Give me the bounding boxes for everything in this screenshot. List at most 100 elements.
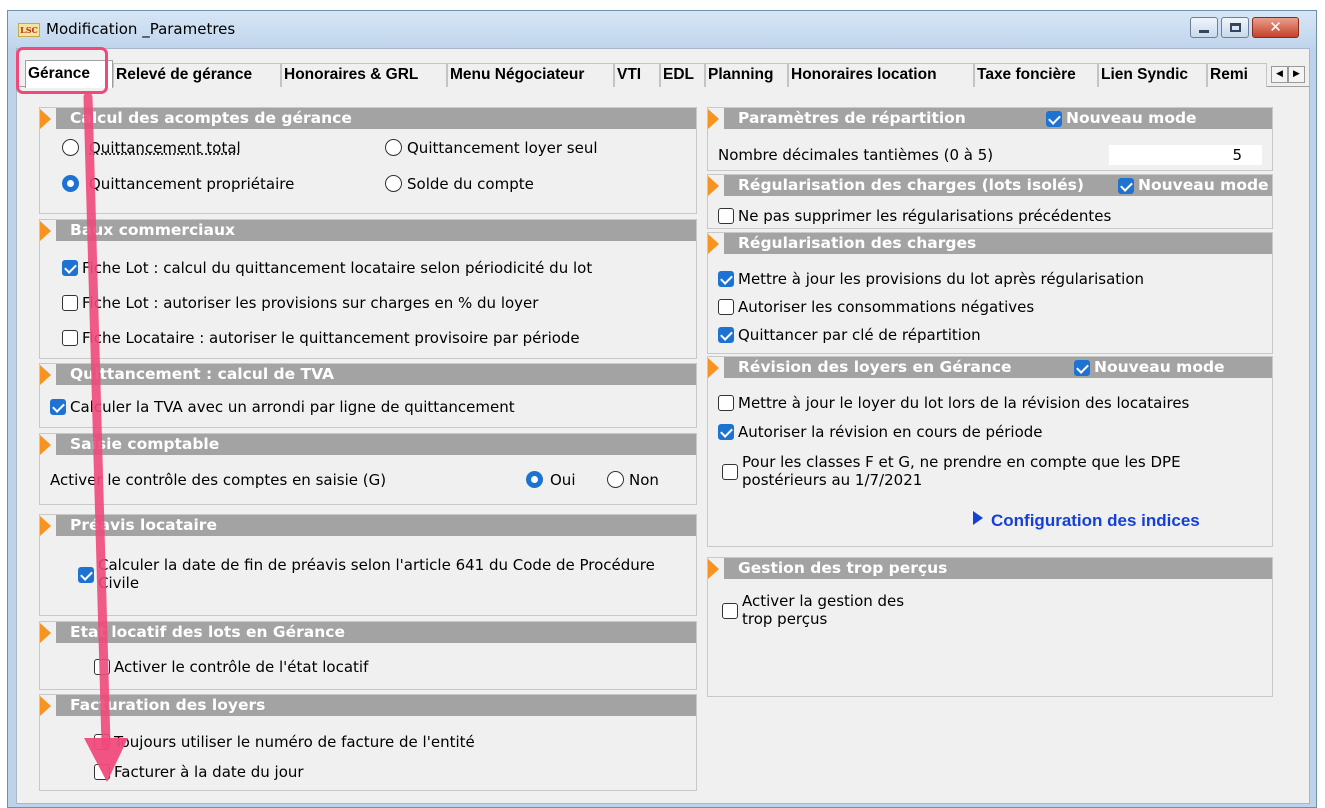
checkbox-ne-pas-supprimer-regul[interactable]: Ne pas supprimer les régularisations pré…: [718, 207, 1111, 225]
panel-title: Etat locatif des lots en Gérance: [70, 623, 345, 641]
panel-title: Préavis locataire: [70, 516, 217, 534]
checkbox-checked[interactable]: [1074, 360, 1090, 376]
checkbox[interactable]: [718, 208, 734, 224]
panel-title: Régularisation des charges: [738, 234, 977, 252]
checkbox[interactable]: [62, 330, 78, 346]
expand-arrow-icon[interactable]: [40, 516, 51, 536]
panel-header: Quittancement : calcul de TVA: [40, 364, 696, 385]
checkbox-checked[interactable]: [1118, 178, 1134, 194]
checkbox-mettre-a-jour-provisions[interactable]: Mettre à jour les provisions du lot aprè…: [718, 270, 1144, 288]
panel-title: Baux commerciaux: [70, 221, 235, 239]
nouveau-mode-toggle[interactable]: Nouveau mode: [1074, 357, 1225, 378]
checkbox-controle-etat-locatif[interactable]: Activer le contrôle de l'état locatif: [94, 658, 368, 676]
tab-menu-negociateur[interactable]: Menu Négociateur: [447, 63, 614, 87]
maximize-button[interactable]: [1221, 17, 1249, 38]
tab-taxe-fonciere[interactable]: Taxe foncière: [974, 63, 1098, 87]
expand-arrow-icon[interactable]: [708, 176, 719, 196]
panel-calcul-acomptes: Calcul des acomptes de gérance Quittance…: [39, 107, 697, 214]
tab-scroll-left-icon[interactable]: ◀: [1271, 66, 1288, 83]
checkbox[interactable]: [94, 764, 110, 780]
app-window: LSC Modification _Parametres ✕ Gérance R…: [7, 10, 1317, 808]
radio-oui[interactable]: Oui: [526, 471, 575, 489]
tab-planning[interactable]: Planning: [705, 63, 788, 87]
checkbox-checked[interactable]: [1046, 111, 1062, 127]
checkbox-numero-facture-entite[interactable]: Toujours utiliser le numéro de facture d…: [94, 733, 475, 751]
checkbox[interactable]: [62, 295, 78, 311]
radio-button[interactable]: [385, 139, 402, 156]
radio-non[interactable]: Non: [607, 471, 659, 489]
panel-header: Etat locatif des lots en Gérance: [40, 622, 696, 643]
annotation-highlight-box: [16, 47, 108, 94]
expand-arrow-icon[interactable]: [40, 435, 51, 455]
checkbox-preavis-checked[interactable]: [78, 567, 94, 583]
decimales-input[interactable]: 5: [1108, 144, 1263, 166]
tab-scroll-right-icon[interactable]: ▶: [1288, 66, 1305, 83]
panel-title: Calcul des acomptes de gérance: [70, 109, 352, 127]
checkbox-quittancer-cle-repartition[interactable]: Quittancer par clé de répartition: [718, 326, 981, 344]
checkbox-mettre-a-jour-loyer[interactable]: Mettre à jour le loyer du lot lors de la…: [718, 394, 1189, 412]
expand-arrow-icon[interactable]: [708, 109, 719, 129]
expand-arrow-icon[interactable]: [40, 365, 51, 385]
tab-remi[interactable]: Remi: [1207, 63, 1267, 87]
minimize-button[interactable]: [1190, 17, 1218, 38]
title-bar[interactable]: LSC Modification _Parametres ✕: [8, 11, 1316, 48]
checkbox-checked[interactable]: [718, 327, 734, 343]
panel-trop-percus: Gestion des trop perçus Activer la gesti…: [707, 557, 1273, 697]
minimize-icon: [1199, 30, 1209, 33]
panel-title: Régularisation des charges (lots isolés): [738, 176, 1084, 194]
checkbox-checked[interactable]: [62, 260, 78, 276]
tab-releve-de-gerance[interactable]: Relevé de gérance: [113, 63, 281, 87]
radio-button-selected[interactable]: [526, 471, 543, 488]
checkbox-fiche-lot-provisions[interactable]: Fiche Lot : autoriser les provisions sur…: [62, 294, 538, 312]
radio-solde-du-compte[interactable]: Solde du compte: [385, 175, 534, 193]
checkbox-checked[interactable]: [718, 271, 734, 287]
trop-percus-label-line1: Activer la gestion des: [742, 592, 905, 610]
maximize-icon: [1230, 23, 1241, 32]
radio-quittancement-total[interactable]: Quittancement total: [62, 139, 241, 157]
play-arrow-icon: [973, 511, 983, 525]
checkbox[interactable]: [94, 659, 110, 675]
checkbox[interactable]: [94, 734, 110, 750]
expand-arrow-icon[interactable]: [708, 234, 719, 254]
radio-button[interactable]: [62, 139, 79, 156]
tab-strip: Gérance Relevé de gérance Honoraires & G…: [17, 60, 1309, 88]
tab-honoraires-grl[interactable]: Honoraires & GRL: [281, 63, 447, 87]
checkbox-tva-arrondi[interactable]: Calculer la TVA avec un arrondi par lign…: [50, 398, 515, 416]
expand-arrow-icon[interactable]: [40, 109, 51, 129]
checkbox[interactable]: [718, 299, 734, 315]
checkbox[interactable]: [718, 395, 734, 411]
checkbox-revision-en-cours[interactable]: Autoriser la révision en cours de périod…: [718, 423, 1043, 441]
checkbox-checked[interactable]: [718, 424, 734, 440]
tab-lien-syndic[interactable]: Lien Syndic: [1098, 63, 1207, 87]
expand-arrow-icon[interactable]: [708, 559, 719, 579]
expand-arrow-icon[interactable]: [708, 358, 719, 378]
radio-button[interactable]: [607, 471, 624, 488]
radio-button[interactable]: [385, 175, 402, 192]
controle-comptes-label: Activer le contrôle des comptes en saisi…: [50, 471, 387, 489]
panel-header: Régularisation des charges (lots isolés)…: [708, 175, 1272, 196]
panel-header: Révision des loyers en Gérance Nouveau m…: [708, 357, 1272, 378]
checkbox-fiche-lot-calcul[interactable]: Fiche Lot : calcul du quittancement loca…: [62, 259, 592, 277]
checkbox-facturer-date-jour[interactable]: Facturer à la date du jour: [94, 763, 304, 781]
checkbox-fiche-locataire[interactable]: Fiche Locataire : autoriser le quittance…: [62, 329, 580, 347]
close-button[interactable]: ✕: [1252, 17, 1299, 38]
expand-arrow-icon[interactable]: [40, 623, 51, 643]
panel-title: Paramètres de répartition: [738, 109, 966, 127]
checkbox-trop-percus[interactable]: [722, 603, 738, 619]
tab-vti[interactable]: VTI: [614, 63, 660, 87]
checkbox-checked[interactable]: [50, 399, 66, 415]
dpe-label-line1: Pour les classes F et G, ne prendre en c…: [742, 453, 1181, 471]
nouveau-mode-toggle[interactable]: Nouveau mode: [1118, 175, 1269, 196]
expand-arrow-icon[interactable]: [40, 696, 51, 716]
tab-edl[interactable]: EDL: [660, 63, 705, 87]
preavis-label-line1: Calculer la date de fin de préavis selon…: [98, 556, 655, 574]
radio-quittancement-proprietaire[interactable]: Quittancement propriétaire: [62, 175, 294, 193]
checkbox-consommations-negatives[interactable]: Autoriser les consommations négatives: [718, 298, 1034, 316]
configuration-indices-link[interactable]: Configuration des indices: [973, 511, 1200, 531]
radio-quittancement-loyer-seul[interactable]: Quittancement loyer seul: [385, 139, 598, 157]
nouveau-mode-toggle[interactable]: Nouveau mode: [1046, 108, 1197, 129]
expand-arrow-icon[interactable]: [40, 221, 51, 241]
radio-button-selected[interactable]: [62, 175, 79, 192]
tab-honoraires-location[interactable]: Honoraires location: [788, 63, 974, 87]
checkbox-dpe[interactable]: [722, 464, 738, 480]
